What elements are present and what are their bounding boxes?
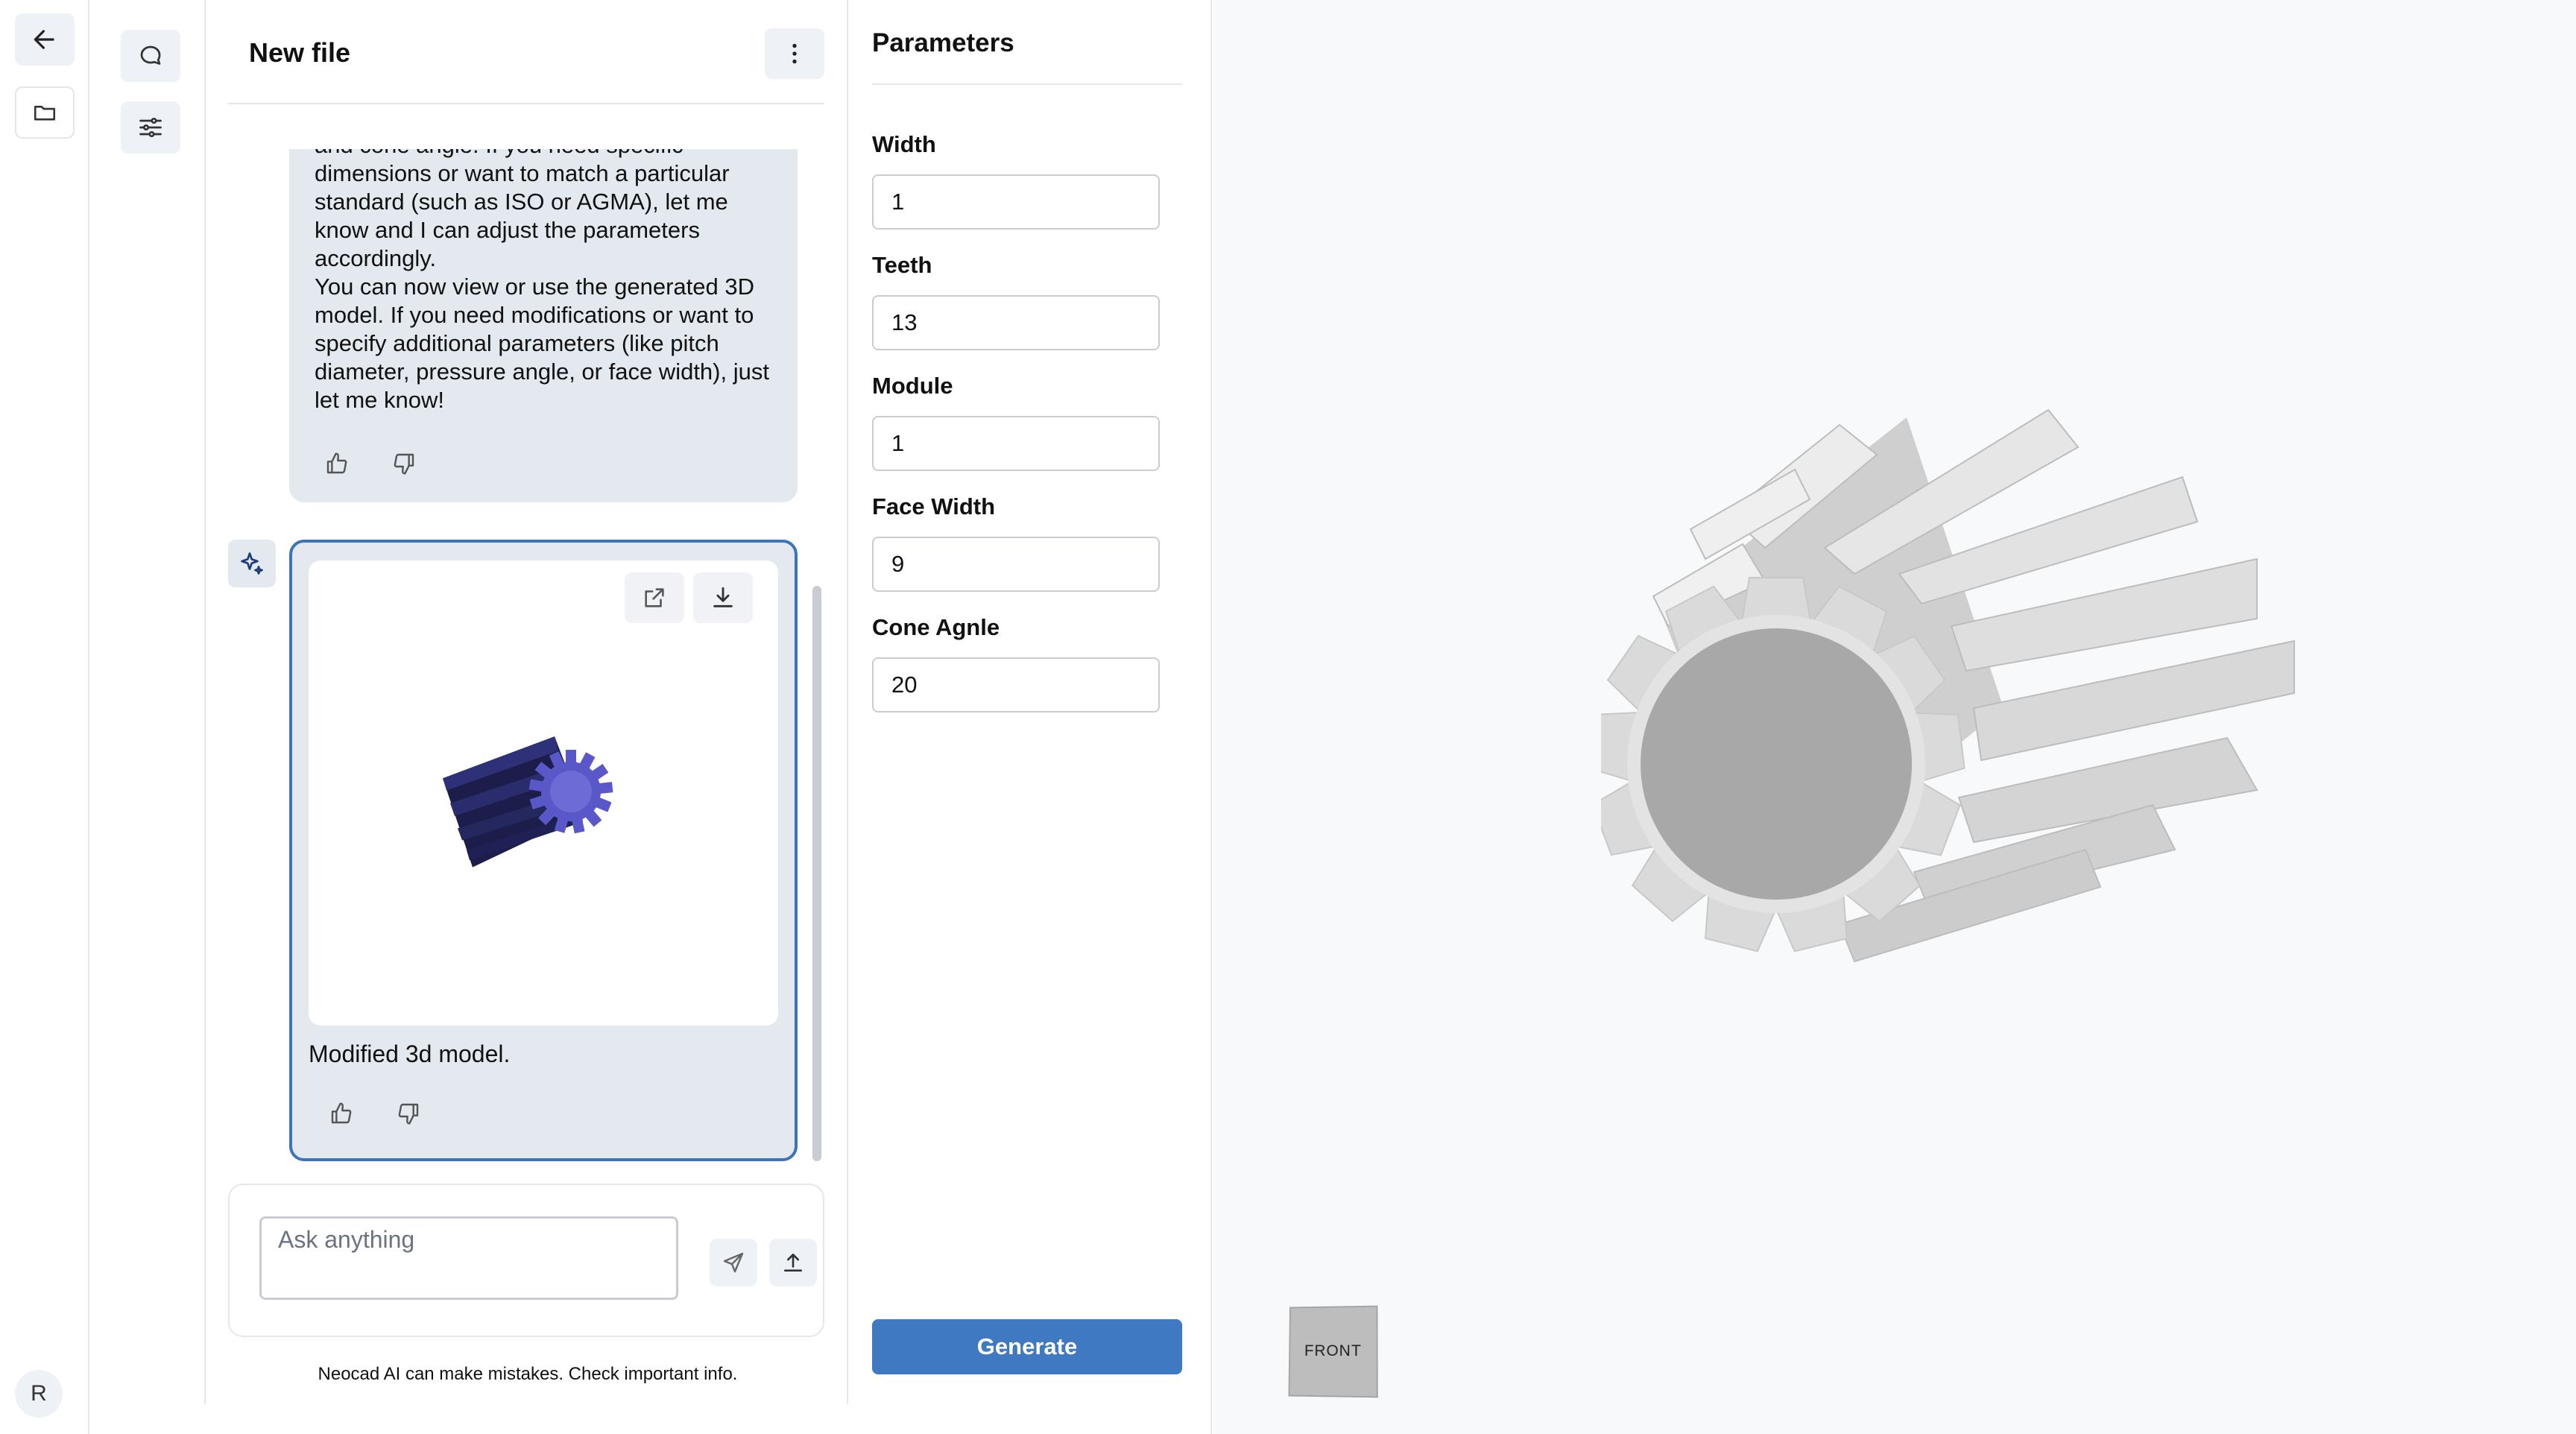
gear-preview-image: [443, 736, 613, 868]
feedback-row: [326, 1099, 423, 1128]
view-cube[interactable]: FRONT: [1288, 1305, 1378, 1398]
chat-tool-button[interactable]: [121, 30, 180, 82]
message-list[interactable]: and cone angle. If you need specific dim…: [207, 149, 848, 1163]
left-rail: R: [0, 0, 89, 1434]
sparkles-icon: [241, 552, 263, 575]
chat-bubble-icon: [140, 45, 161, 65]
more-options-button[interactable]: [765, 28, 824, 79]
generate-button[interactable]: Generate: [872, 1319, 1182, 1374]
teeth-input[interactable]: [872, 295, 1160, 350]
thumbs-up-button[interactable]: [326, 1099, 356, 1128]
divider: [872, 83, 1182, 85]
thumbs-up-icon: [326, 452, 347, 474]
ai-avatar: [228, 540, 276, 587]
sliders-icon: [139, 117, 162, 138]
settings-tool-button[interactable]: [121, 101, 180, 154]
thumbs-up-icon: [331, 1102, 352, 1124]
3d-viewport[interactable]: FRONT: [1213, 0, 2576, 1434]
chat-header: New file: [228, 27, 824, 104]
thumbs-down-icon: [398, 1103, 419, 1125]
thumbs-up-button[interactable]: [322, 449, 352, 478]
upload-icon: [784, 1254, 802, 1272]
open-model-button[interactable]: [625, 572, 684, 623]
back-button[interactable]: [15, 13, 75, 66]
module-input[interactable]: [872, 416, 1160, 471]
width-label: Width: [872, 131, 936, 157]
send-button[interactable]: [710, 1239, 757, 1286]
composer: [228, 1184, 824, 1337]
more-vertical-icon: [792, 43, 797, 64]
chat-panel: New file and cone angle. If you need spe…: [207, 0, 848, 1404]
module-label: Module: [872, 373, 953, 399]
parameters-panel: Parameters Width Teeth Module Face Width…: [850, 0, 1212, 1434]
disclaimer-text: Neocad AI can make mistakes. Check impor…: [318, 1364, 738, 1384]
chat-scrollbar[interactable]: [812, 586, 821, 1161]
width-input[interactable]: [872, 174, 1160, 230]
model-preview[interactable]: [309, 560, 778, 1026]
face-width-label: Face Width: [872, 493, 996, 519]
cone-angle-input[interactable]: [872, 657, 1160, 713]
feedback-row: [322, 449, 419, 478]
thumbs-down-icon: [394, 453, 414, 475]
download-model-button[interactable]: [693, 572, 753, 623]
face-width-input[interactable]: [872, 537, 1160, 592]
ask-input[interactable]: [259, 1216, 678, 1300]
download-icon: [713, 587, 733, 607]
page-title: New file: [249, 37, 351, 68]
upload-button[interactable]: [769, 1239, 817, 1286]
message-text: and cone angle. If you need specific dim…: [315, 149, 769, 413]
external-link-icon: [645, 588, 664, 607]
send-icon: [723, 1252, 744, 1273]
thumbs-down-button[interactable]: [389, 449, 419, 478]
parameters-title: Parameters: [872, 28, 1014, 57]
folder-icon: [34, 105, 56, 121]
arrow-left-icon: [34, 30, 54, 49]
gear-model-render: [1601, 408, 2295, 963]
message-text: Modified 3d model.: [309, 1040, 511, 1067]
thumbs-down-button[interactable]: [394, 1099, 423, 1128]
user-avatar[interactable]: R: [15, 1370, 63, 1418]
assistant-message: and cone angle. If you need specific dim…: [289, 149, 798, 502]
assistant-model-message[interactable]: Modified 3d model.: [289, 540, 798, 1161]
teeth-label: Teeth: [872, 252, 932, 278]
files-button[interactable]: [15, 86, 75, 139]
tool-column: [91, 0, 206, 1404]
cone-angle-label: Cone Agnle: [872, 614, 1000, 640]
